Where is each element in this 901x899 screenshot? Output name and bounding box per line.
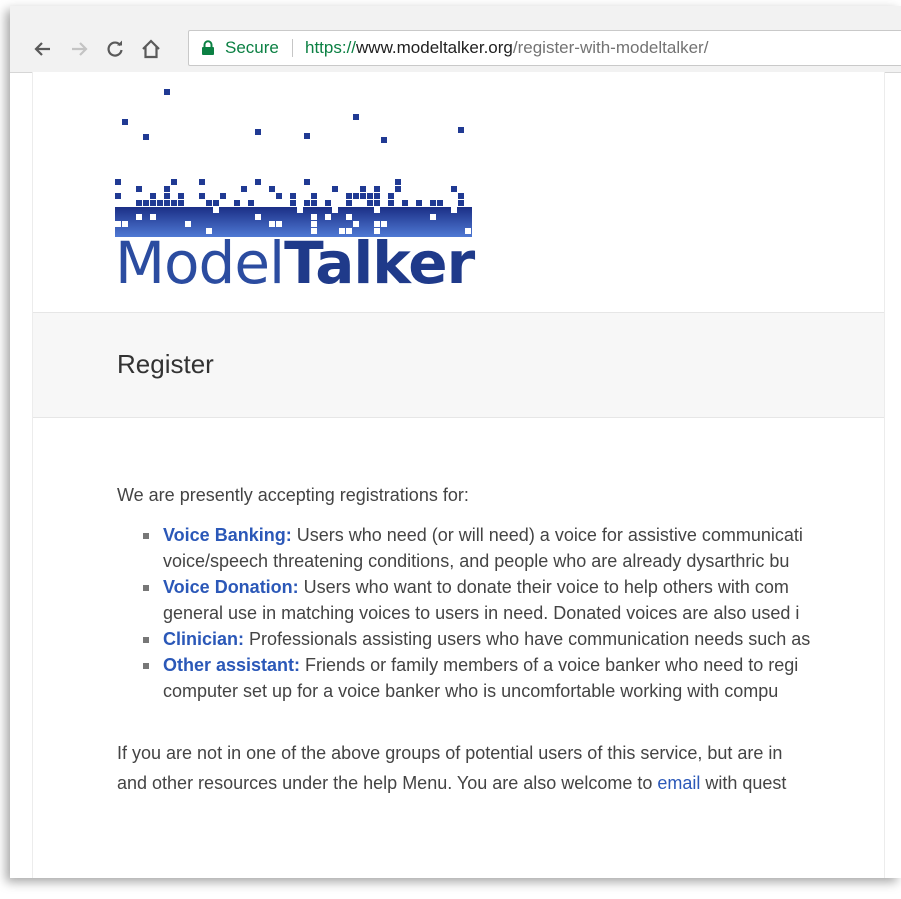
page-title: Register — [117, 349, 214, 379]
url-host: www.modeltalker.org — [356, 38, 513, 57]
desc-other-assistant-line1: Friends or family members of a voice ban… — [300, 655, 799, 675]
logo-wordmark[interactable]: ModelTalker — [115, 234, 475, 292]
outro-line2-start: and other resources under the help Menu.… — [117, 773, 658, 793]
intro-text: We are presently accepting registrations… — [117, 485, 469, 505]
outro-line1: If you are not in one of the above group… — [117, 743, 783, 763]
desc-voice-banking-line1: Users who need (or will need) a voice fo… — [291, 525, 803, 545]
lock-icon — [202, 40, 214, 55]
desc-voice-banking-line2: voice/speech threatening conditions, and… — [163, 551, 790, 571]
desc-other-assistant-line2: computer set up for a voice banker who i… — [163, 681, 779, 701]
title-band: Register — [33, 312, 884, 418]
home-button[interactable] — [140, 38, 162, 60]
reload-button[interactable] — [104, 38, 126, 60]
arrow-left-icon — [34, 42, 50, 56]
forward-button[interactable] — [68, 38, 90, 60]
back-button[interactable] — [32, 38, 54, 60]
url-divider — [292, 39, 293, 57]
reload-icon — [107, 40, 123, 57]
email-link[interactable]: email — [657, 773, 700, 793]
url-path: /register-with-modeltalker/ — [512, 38, 709, 57]
list-item-voice-donation: Voice Donation: Users who want to donate… — [143, 574, 884, 626]
web-page: ModelTalker Register We are presently ac… — [32, 72, 885, 878]
browser-toolbar: Secure https://www.modeltalker.org/regis… — [10, 6, 901, 73]
address-bar[interactable]: Secure https://www.modeltalker.org/regis… — [188, 30, 901, 66]
outro-text: If you are not in one of the above group… — [117, 738, 884, 798]
logo-text-model: Model — [115, 229, 285, 297]
desc-voice-donation-line1: Users who want to donate their voice to … — [298, 577, 789, 597]
arrow-right-icon — [72, 42, 88, 56]
url-scheme: https:// — [305, 38, 357, 57]
desc-clinician-line1: Professionals assisting users who have c… — [244, 629, 811, 649]
term-other-assistant: Other assistant: — [163, 655, 301, 675]
list-item-clinician: Clinician: Professionals assisting users… — [143, 626, 884, 652]
logo-text-talker: Talker — [284, 229, 475, 297]
url-text[interactable]: https://www.modeltalker.org/register-wit… — [305, 31, 708, 65]
term-voice-donation: Voice Donation: — [163, 577, 299, 597]
security-status[interactable]: Secure — [225, 31, 279, 65]
page-content: We are presently accepting registrations… — [117, 482, 884, 798]
list-item-other-assistant: Other assistant: Friends or family membe… — [143, 652, 884, 704]
desc-voice-donation-line2: general use in matching voices to users … — [163, 603, 800, 623]
pixel-mosaic — [115, 89, 472, 237]
outro-line2-end: with quest — [700, 773, 787, 793]
home-icon — [142, 39, 160, 59]
browser-window: Secure https://www.modeltalker.org/regis… — [10, 6, 901, 878]
list-item-voice-banking: Voice Banking: Users who need (or will n… — [143, 522, 884, 574]
registration-types-list: Voice Banking: Users who need (or will n… — [117, 522, 884, 704]
term-voice-banking: Voice Banking: — [163, 525, 292, 545]
term-clinician: Clinician: — [163, 629, 245, 649]
